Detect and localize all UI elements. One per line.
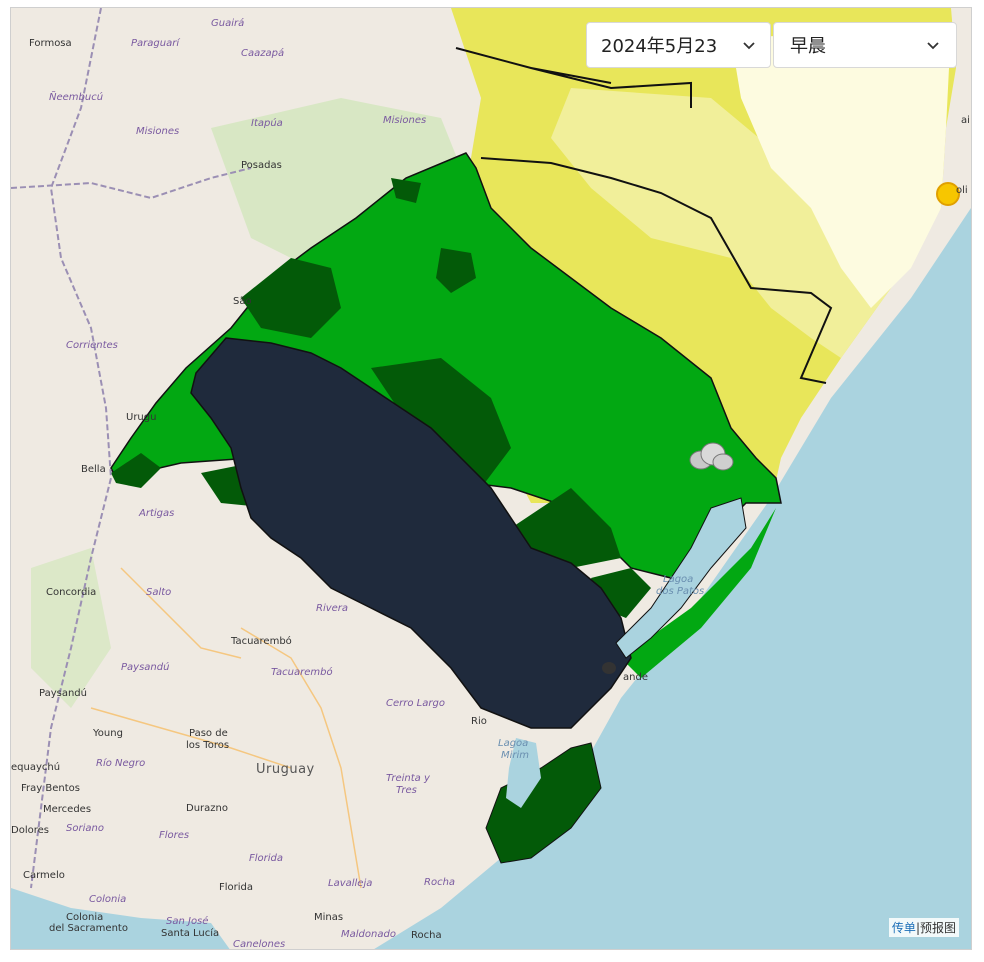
place-label: Posadas [241, 160, 282, 171]
water-label: Mirim [501, 750, 529, 761]
place-label: Colonia [89, 894, 126, 905]
place-label: Itapúa [251, 117, 283, 129]
place-label: Rivera [316, 603, 348, 614]
place-label: los Toros [186, 740, 229, 751]
place-label: Concordia [46, 587, 96, 598]
place-label: equaychú [11, 761, 60, 773]
place-label: Lavalleja [328, 878, 372, 889]
place-label: Artigas [138, 508, 174, 519]
place-label: oli [956, 185, 968, 196]
place-label: Tres [396, 785, 417, 796]
place-label: Rio [471, 716, 487, 727]
place-label: Carmelo [23, 870, 65, 881]
place-label: Tacuarembó [230, 635, 292, 647]
place-label: São [233, 296, 252, 307]
country-label: Uruguay [256, 762, 315, 777]
period-select-value: 早晨 [790, 36, 826, 57]
place-label: Maldonado [341, 929, 396, 940]
place-label: Rocha [424, 877, 455, 888]
place-label: del Sacramento [49, 923, 128, 934]
place-label: Misiones [383, 115, 426, 126]
leaflet-link[interactable]: 传单 [892, 921, 916, 935]
place-label: Young [92, 728, 123, 739]
place-label: Dolores [11, 825, 49, 836]
place-label: Soriano [66, 823, 104, 834]
place-label: Paso de [189, 728, 228, 739]
place-label: Urugu [126, 412, 156, 423]
place-label: Durazno [186, 803, 228, 814]
water-label: dos Patos [656, 586, 704, 597]
place-label: Caazapá [241, 47, 284, 59]
date-select-value: 2024年5月23 [601, 36, 718, 57]
water-label: Lagoa [498, 738, 528, 749]
place-label: Mercedes [43, 804, 91, 815]
place-label: Guairá [211, 17, 244, 29]
period-select[interactable]: 早晨 [773, 22, 957, 68]
place-label: Flores [159, 830, 189, 841]
place-label: Florida [249, 853, 283, 864]
date-select[interactable]: 2024年5月23 [586, 22, 771, 68]
forecast-map[interactable]: Formosa Paraguarí Guairá Caazapá Ñeembuc… [11, 8, 972, 950]
place-label: Fray Bentos [21, 783, 80, 794]
place-label: Canelones [233, 939, 285, 950]
map-container[interactable]: Formosa Paraguarí Guairá Caazapá Ñeembuc… [10, 7, 972, 950]
place-label: Corrientes [66, 340, 118, 351]
chevron-down-icon [743, 42, 755, 50]
attribution-text: 预报图 [919, 921, 956, 935]
place-label: Paysandú [39, 687, 87, 699]
place-label: Misiones [136, 126, 179, 137]
map-attribution: 传单|预报图 [888, 918, 959, 937]
place-label: Bella [81, 464, 106, 475]
chevron-down-icon [927, 42, 939, 50]
place-label: Cerro Largo [386, 698, 445, 709]
place-label: Formosa [29, 38, 72, 49]
place-label: Tacuarembó [271, 666, 333, 678]
place-label: Ñeembucú [49, 90, 103, 103]
place-label: ai [961, 115, 970, 126]
place-label: Florida [219, 882, 253, 893]
place-label: San José [166, 915, 208, 927]
rain-storm-icon[interactable] [602, 662, 616, 674]
place-label: Río Negro [96, 757, 145, 769]
place-label: ande [623, 672, 648, 683]
place-label: Rocha [411, 930, 442, 941]
place-label: Minas [314, 912, 343, 923]
place-label: Paraguarí [131, 37, 180, 49]
place-label: Salto [146, 587, 171, 598]
place-label: Colonia [66, 912, 103, 923]
place-label: Treinta y [386, 773, 431, 784]
place-label: Paysandú [121, 661, 169, 673]
water-label: Lagoa [663, 574, 693, 585]
place-label: Santa Lucía [161, 927, 219, 939]
